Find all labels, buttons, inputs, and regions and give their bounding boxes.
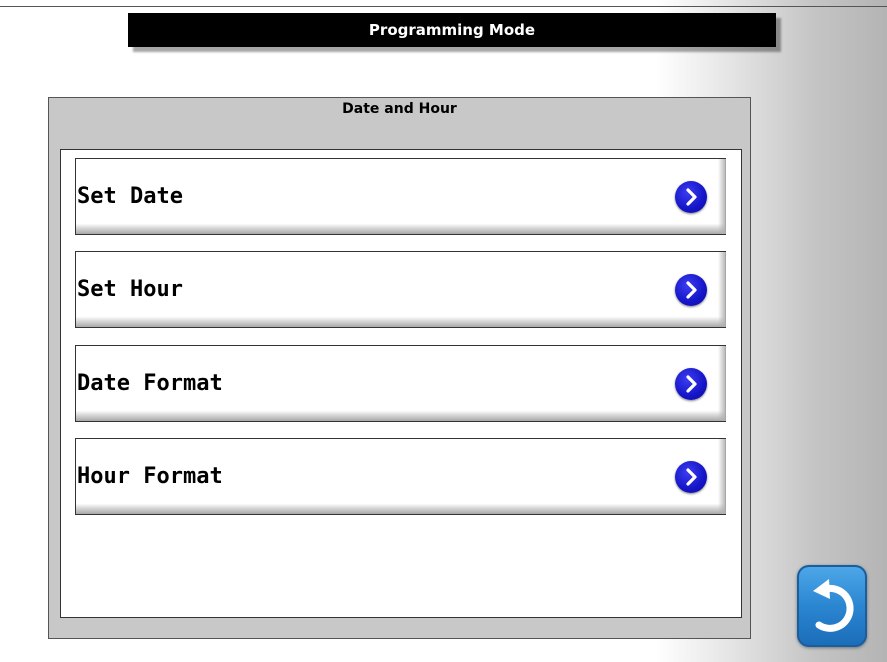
menu-item-label: Set Hour [77, 277, 183, 302]
chevron-right-icon [675, 181, 707, 213]
set-date-button[interactable]: Set Date [75, 158, 726, 235]
date-hour-panel: Date and Hour Set Date Set Hour Date For… [48, 97, 751, 639]
set-hour-button[interactable]: Set Hour [75, 251, 726, 328]
back-button[interactable] [797, 565, 867, 647]
top-divider [0, 6, 887, 7]
chevron-right-icon [675, 274, 707, 306]
page-title: Programming Mode [128, 13, 776, 47]
menu-item-label: Set Date [77, 184, 183, 209]
panel-title: Date and Hour [342, 101, 457, 117]
chevron-right-icon [675, 368, 707, 400]
hour-format-button[interactable]: Hour Format [75, 438, 726, 515]
menu-item-label: Hour Format [77, 464, 223, 489]
menu-item-label: Date Format [77, 371, 223, 396]
menu-list: Set Date Set Hour Date Format Hour Forma… [60, 149, 742, 618]
back-arrow-icon [813, 579, 854, 632]
date-format-button[interactable]: Date Format [75, 345, 726, 422]
chevron-right-icon [675, 461, 707, 493]
